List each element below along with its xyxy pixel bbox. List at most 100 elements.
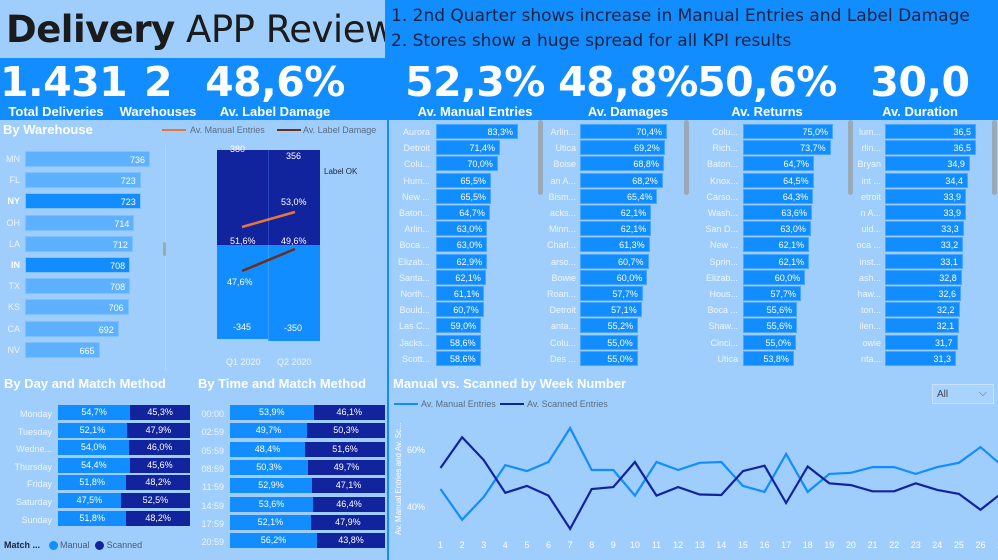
manual-segment[interactable]: 56,2% bbox=[230, 533, 318, 549]
store-bar[interactable]: 33,9 bbox=[885, 188, 967, 204]
scanned-segment[interactable]: 51,6% bbox=[305, 441, 385, 457]
warehouse-row[interactable]: NY 723 bbox=[0, 192, 160, 210]
store-bar[interactable]: 33,2 bbox=[885, 237, 964, 253]
legend-scanned[interactable]: Scanned bbox=[107, 540, 143, 550]
store-bar[interactable]: 64,7% bbox=[743, 156, 814, 172]
store-bar[interactable]: 73,7% bbox=[743, 140, 831, 156]
store-bar[interactable]: 32,2 bbox=[885, 302, 960, 318]
store-bar[interactable]: 31,3 bbox=[885, 350, 957, 366]
scanned-segment[interactable]: 46,0% bbox=[129, 440, 190, 456]
scanned-segment[interactable]: 52,5% bbox=[120, 493, 190, 508]
store-bar[interactable]: 75,0% bbox=[743, 124, 833, 139]
store-bar[interactable]: 71,4% bbox=[436, 140, 500, 156]
warehouse-row[interactable]: KS 706 bbox=[0, 298, 160, 316]
store-bar[interactable]: 64,3% bbox=[743, 188, 814, 204]
scanned-segment[interactable]: 45,6% bbox=[129, 457, 190, 473]
manual-segment[interactable]: 52,1% bbox=[230, 514, 311, 530]
store-bar[interactable]: 62,1% bbox=[743, 253, 810, 269]
store-list-scrollbar[interactable] bbox=[992, 120, 997, 195]
store-bar[interactable]: 62,1% bbox=[436, 269, 486, 285]
store-bar[interactable]: 58,6% bbox=[436, 350, 481, 366]
warehouse-row[interactable]: LA 712 bbox=[0, 235, 160, 253]
manual-segment[interactable]: 51,8% bbox=[58, 475, 127, 491]
store-bar[interactable]: 57,1% bbox=[580, 302, 642, 318]
scanned-segment[interactable]: 47,9% bbox=[126, 422, 190, 438]
scanned-entries-line[interactable] bbox=[439, 435, 998, 532]
warehouse-bar[interactable]: 723 bbox=[25, 193, 141, 210]
store-bar[interactable]: 63,6% bbox=[743, 205, 812, 220]
warehouse-bar[interactable]: 692 bbox=[25, 320, 119, 337]
day-row[interactable]: Tuesday 52,1% 47,9% bbox=[0, 422, 195, 440]
time-row[interactable]: 00:00 53,9% 46,1% bbox=[190, 405, 390, 422]
store-bar[interactable]: 55,0% bbox=[743, 334, 797, 350]
store-bar[interactable]: 34,4 bbox=[885, 172, 968, 188]
warehouse-row[interactable]: TX 708 bbox=[0, 277, 160, 295]
day-row[interactable]: Monday 54,7% 45,3% bbox=[0, 405, 195, 422]
store-bar[interactable]: 57,7% bbox=[580, 286, 643, 301]
store-bar[interactable]: 59,0% bbox=[436, 318, 482, 334]
store-bar[interactable]: 62,9% bbox=[436, 253, 488, 269]
store-bar[interactable]: 60,0% bbox=[580, 269, 648, 285]
store-bar[interactable]: 60,0% bbox=[743, 269, 806, 285]
warehouse-row[interactable]: NV 665 bbox=[0, 341, 160, 359]
store-bar[interactable]: 70,4% bbox=[580, 124, 667, 139]
store-bar[interactable]: 33,3 bbox=[885, 221, 964, 237]
manual-segment[interactable]: 53,6% bbox=[230, 496, 314, 512]
store-bar[interactable]: 68,2% bbox=[580, 172, 663, 188]
manual-segment[interactable]: 49,7% bbox=[230, 423, 308, 439]
store-bar[interactable]: 55,6% bbox=[743, 302, 798, 318]
manual-segment[interactable]: 53,9% bbox=[230, 405, 314, 420]
warehouse-row[interactable]: OH 714 bbox=[0, 214, 160, 232]
store-bar[interactable]: 32,1 bbox=[885, 318, 960, 334]
manual-segment[interactable]: 54,4% bbox=[58, 457, 130, 473]
store-bar[interactable]: 60,7% bbox=[580, 253, 649, 269]
store-bar[interactable]: 63,0% bbox=[436, 221, 488, 237]
warehouse-bar[interactable]: 706 bbox=[25, 299, 129, 316]
store-bar[interactable]: 65,5% bbox=[436, 172, 492, 188]
legend-manual[interactable]: Manual bbox=[60, 540, 90, 550]
time-row[interactable]: 02:59 49,7% 50,3% bbox=[190, 423, 390, 440]
store-bar[interactable]: 62,1% bbox=[743, 237, 810, 253]
scanned-segment[interactable]: 45,3% bbox=[130, 405, 190, 420]
warehouse-row[interactable]: MN 736 bbox=[0, 150, 160, 168]
manual-entries-line[interactable] bbox=[439, 425, 998, 522]
store-bar[interactable]: 64,5% bbox=[743, 172, 814, 188]
time-row[interactable]: 05:59 48,4% 51,6% bbox=[190, 441, 390, 459]
store-bar[interactable]: 33,9 bbox=[885, 205, 967, 220]
scanned-segment[interactable]: 46,1% bbox=[313, 405, 385, 420]
store-bar[interactable]: 65,5% bbox=[436, 188, 492, 204]
store-bar[interactable]: 36,5 bbox=[885, 124, 976, 139]
scanned-segment[interactable]: 48,2% bbox=[126, 475, 190, 491]
store-bar[interactable]: 61,3% bbox=[580, 237, 650, 253]
store-bar[interactable]: 60,7% bbox=[436, 302, 484, 318]
scanned-segment[interactable]: 47,1% bbox=[311, 478, 385, 494]
manual-segment[interactable]: 52,1% bbox=[58, 422, 127, 438]
warehouse-bar[interactable]: 708 bbox=[25, 278, 131, 295]
store-bar[interactable]: 55,2% bbox=[580, 318, 639, 334]
manual-segment[interactable]: 48,4% bbox=[230, 441, 306, 457]
manual-segment[interactable]: 47,5% bbox=[58, 493, 121, 508]
warehouse-row[interactable]: CA 692 bbox=[0, 320, 160, 338]
store-bar[interactable]: 33,1 bbox=[885, 253, 963, 269]
store-bar[interactable]: 32,8 bbox=[885, 269, 962, 285]
store-bar[interactable]: 68,8% bbox=[580, 156, 664, 172]
store-bar[interactable]: 70,0% bbox=[436, 156, 498, 172]
store-bar[interactable]: 61,1% bbox=[436, 286, 485, 301]
manual-segment[interactable]: 54,0% bbox=[58, 440, 130, 456]
store-bar[interactable]: 55,0% bbox=[580, 334, 638, 350]
scanned-segment[interactable]: 48,2% bbox=[126, 510, 190, 526]
scanned-segment[interactable]: 43,8% bbox=[317, 533, 385, 549]
store-bar[interactable]: 83,3% bbox=[436, 124, 518, 139]
store-bar[interactable]: 63,0% bbox=[743, 221, 811, 237]
store-bar[interactable]: 34,9 bbox=[885, 156, 970, 172]
time-row[interactable]: 17:59 52,1% 47,9% bbox=[190, 514, 390, 532]
store-list-scrollbar[interactable] bbox=[684, 120, 689, 195]
time-row[interactable]: 14:59 53,6% 46,4% bbox=[190, 496, 390, 514]
warehouse-row[interactable]: IN 708 bbox=[0, 256, 160, 274]
manual-segment[interactable]: 54,7% bbox=[58, 405, 131, 420]
day-row[interactable]: Wedne... 54,0% 46,0% bbox=[0, 440, 195, 457]
store-bar[interactable]: 36,5 bbox=[885, 140, 976, 156]
store-bar[interactable]: 58,6% bbox=[436, 334, 481, 350]
warehouse-bar[interactable]: 708 bbox=[25, 257, 131, 273]
store-bar[interactable]: 62,1% bbox=[580, 221, 652, 237]
